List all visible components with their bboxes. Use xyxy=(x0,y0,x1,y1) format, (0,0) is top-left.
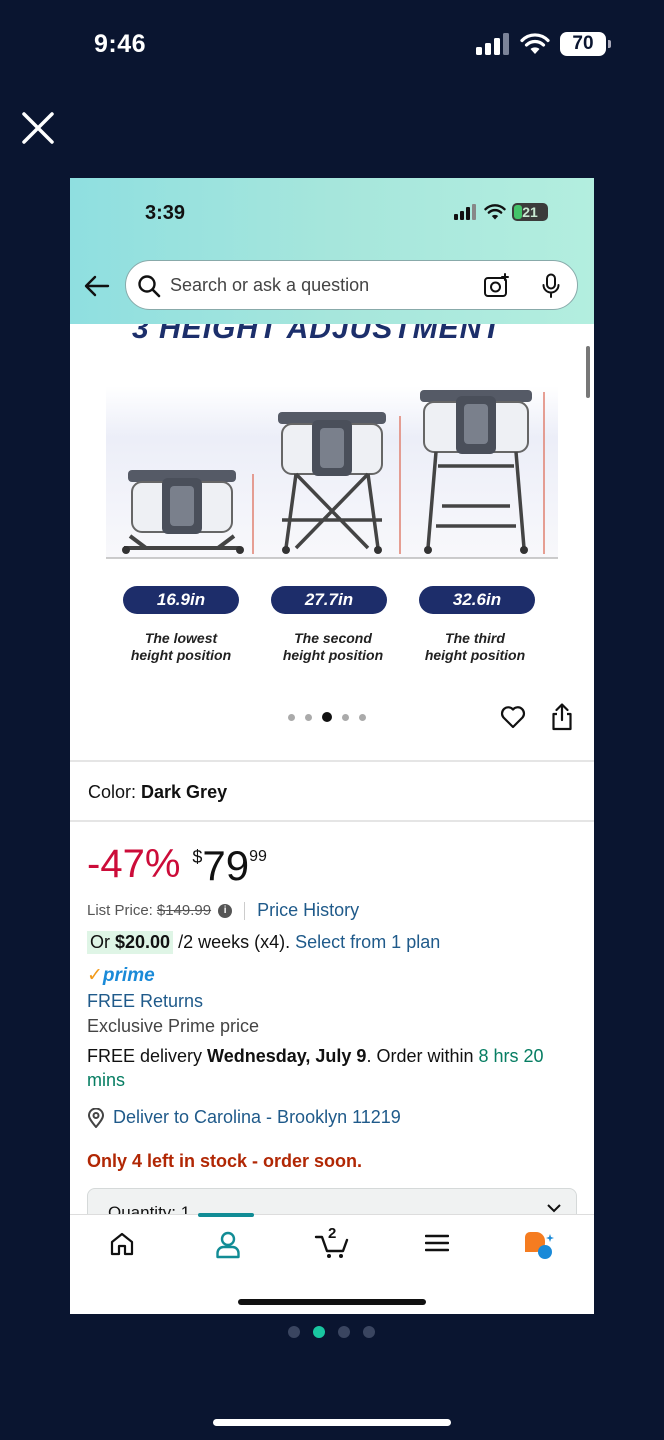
search-icon xyxy=(138,275,161,298)
payment-plan-row: Or $20.00 /2 weeks (x4). Select from 1 p… xyxy=(87,931,440,954)
home-indicator[interactable] xyxy=(238,1299,426,1305)
height-pill-2: 27.7in xyxy=(271,586,387,614)
cart-icon[interactable] xyxy=(314,1231,350,1259)
inner-time: 3:39 xyxy=(145,202,186,224)
signal-icon xyxy=(454,204,476,220)
color-selector[interactable]: Color: Dark Grey xyxy=(88,782,227,803)
wifi-icon xyxy=(520,33,550,54)
inner-header: 3:39 21 Search or ask a question xyxy=(70,178,594,324)
scrollbar[interactable] xyxy=(586,346,590,398)
delivery-info: FREE delivery Wednesday, July 9. Order w… xyxy=(87,1046,544,1090)
active-tab-indicator xyxy=(198,1213,254,1217)
product-image-banner: 3 HEIGHT ADJUSTMENT xyxy=(70,324,594,346)
screenshot-pager-dots[interactable] xyxy=(288,1326,375,1338)
microphone-icon[interactable] xyxy=(541,273,561,299)
prime-check-icon: ✓ xyxy=(87,965,103,986)
inner-status-icons: 21 xyxy=(454,203,548,221)
carousel-dot[interactable] xyxy=(305,713,312,721)
price: $ 79 99 xyxy=(192,842,267,889)
height-caption-3: The third height position xyxy=(424,630,526,663)
search-input[interactable]: Search or ask a question xyxy=(125,260,578,310)
outer-time: 9:46 xyxy=(94,30,147,58)
bottom-tab-bar: 2 xyxy=(70,1213,594,1314)
home-icon[interactable] xyxy=(109,1231,135,1257)
heart-icon[interactable] xyxy=(500,705,526,729)
color-value: Dark Grey xyxy=(141,782,228,802)
list-price-value: $149.99 xyxy=(156,902,212,919)
inner-battery: 21 xyxy=(512,203,548,221)
banner-text: 3 HEIGHT ADJUSTMENT xyxy=(132,324,502,345)
free-returns-link[interactable]: FREE Returns xyxy=(87,991,203,1012)
carousel-dot[interactable] xyxy=(342,713,349,721)
select-plan-link[interactable]: Select from 1 plan xyxy=(295,932,440,953)
back-arrow-icon[interactable] xyxy=(84,273,110,299)
list-price-row: List Price: $149.99 i Price History xyxy=(87,900,360,921)
signal-icon xyxy=(476,33,509,55)
stock-warning: Only 4 left in stock - order soon. xyxy=(87,1151,363,1171)
account-icon[interactable] xyxy=(215,1231,241,1259)
plan-highlight: Or $20.00 xyxy=(87,931,174,954)
outer-status-icons: 70 xyxy=(476,32,611,56)
price-history-link[interactable]: Price History xyxy=(257,900,359,921)
height-caption-2: The second height position xyxy=(282,630,384,663)
divider xyxy=(70,760,594,762)
pager-dot[interactable] xyxy=(363,1326,375,1338)
rufus-ai-icon[interactable] xyxy=(522,1231,556,1261)
carousel-dot-active[interactable] xyxy=(322,712,332,722)
image-carousel-dots[interactable] xyxy=(288,712,366,722)
height-caption-1: The lowest height position xyxy=(130,630,232,663)
divider xyxy=(70,820,594,822)
info-icon[interactable]: i xyxy=(218,903,233,918)
outer-battery: 70 xyxy=(560,32,611,56)
menu-icon[interactable] xyxy=(425,1231,449,1255)
chevron-down-icon xyxy=(547,1204,561,1213)
deliver-to-link[interactable]: Deliver to Carolina - Brooklyn 11219 xyxy=(87,1107,401,1128)
camera-lens-icon[interactable] xyxy=(483,273,511,299)
pager-dot[interactable] xyxy=(338,1326,350,1338)
inner-screenshot: 3:39 21 Search or ask a question 3 HEIGH… xyxy=(70,178,594,1314)
search-placeholder: Search or ask a question xyxy=(170,275,370,295)
outer-status-bar: 9:46 70 xyxy=(0,0,664,90)
location-pin-icon xyxy=(87,1107,105,1128)
carousel-dot[interactable] xyxy=(288,713,295,721)
prime-badge: ✓prime xyxy=(87,965,155,986)
product-image[interactable] xyxy=(106,386,558,562)
pager-dot-active[interactable] xyxy=(313,1326,325,1338)
share-icon[interactable] xyxy=(551,703,573,731)
height-pill-3: 32.6in xyxy=(419,586,535,614)
exclusive-prime-text: Exclusive Prime price xyxy=(87,1016,260,1036)
wifi-icon xyxy=(484,204,506,220)
outer-home-indicator[interactable] xyxy=(213,1419,451,1426)
height-pill-1: 16.9in xyxy=(123,586,239,614)
carousel-dot[interactable] xyxy=(359,713,366,721)
price-block: -47% $ 79 99 xyxy=(87,842,267,890)
close-icon[interactable] xyxy=(20,110,56,146)
pager-dot[interactable] xyxy=(288,1326,300,1338)
discount-percent: -47% xyxy=(87,842,181,886)
